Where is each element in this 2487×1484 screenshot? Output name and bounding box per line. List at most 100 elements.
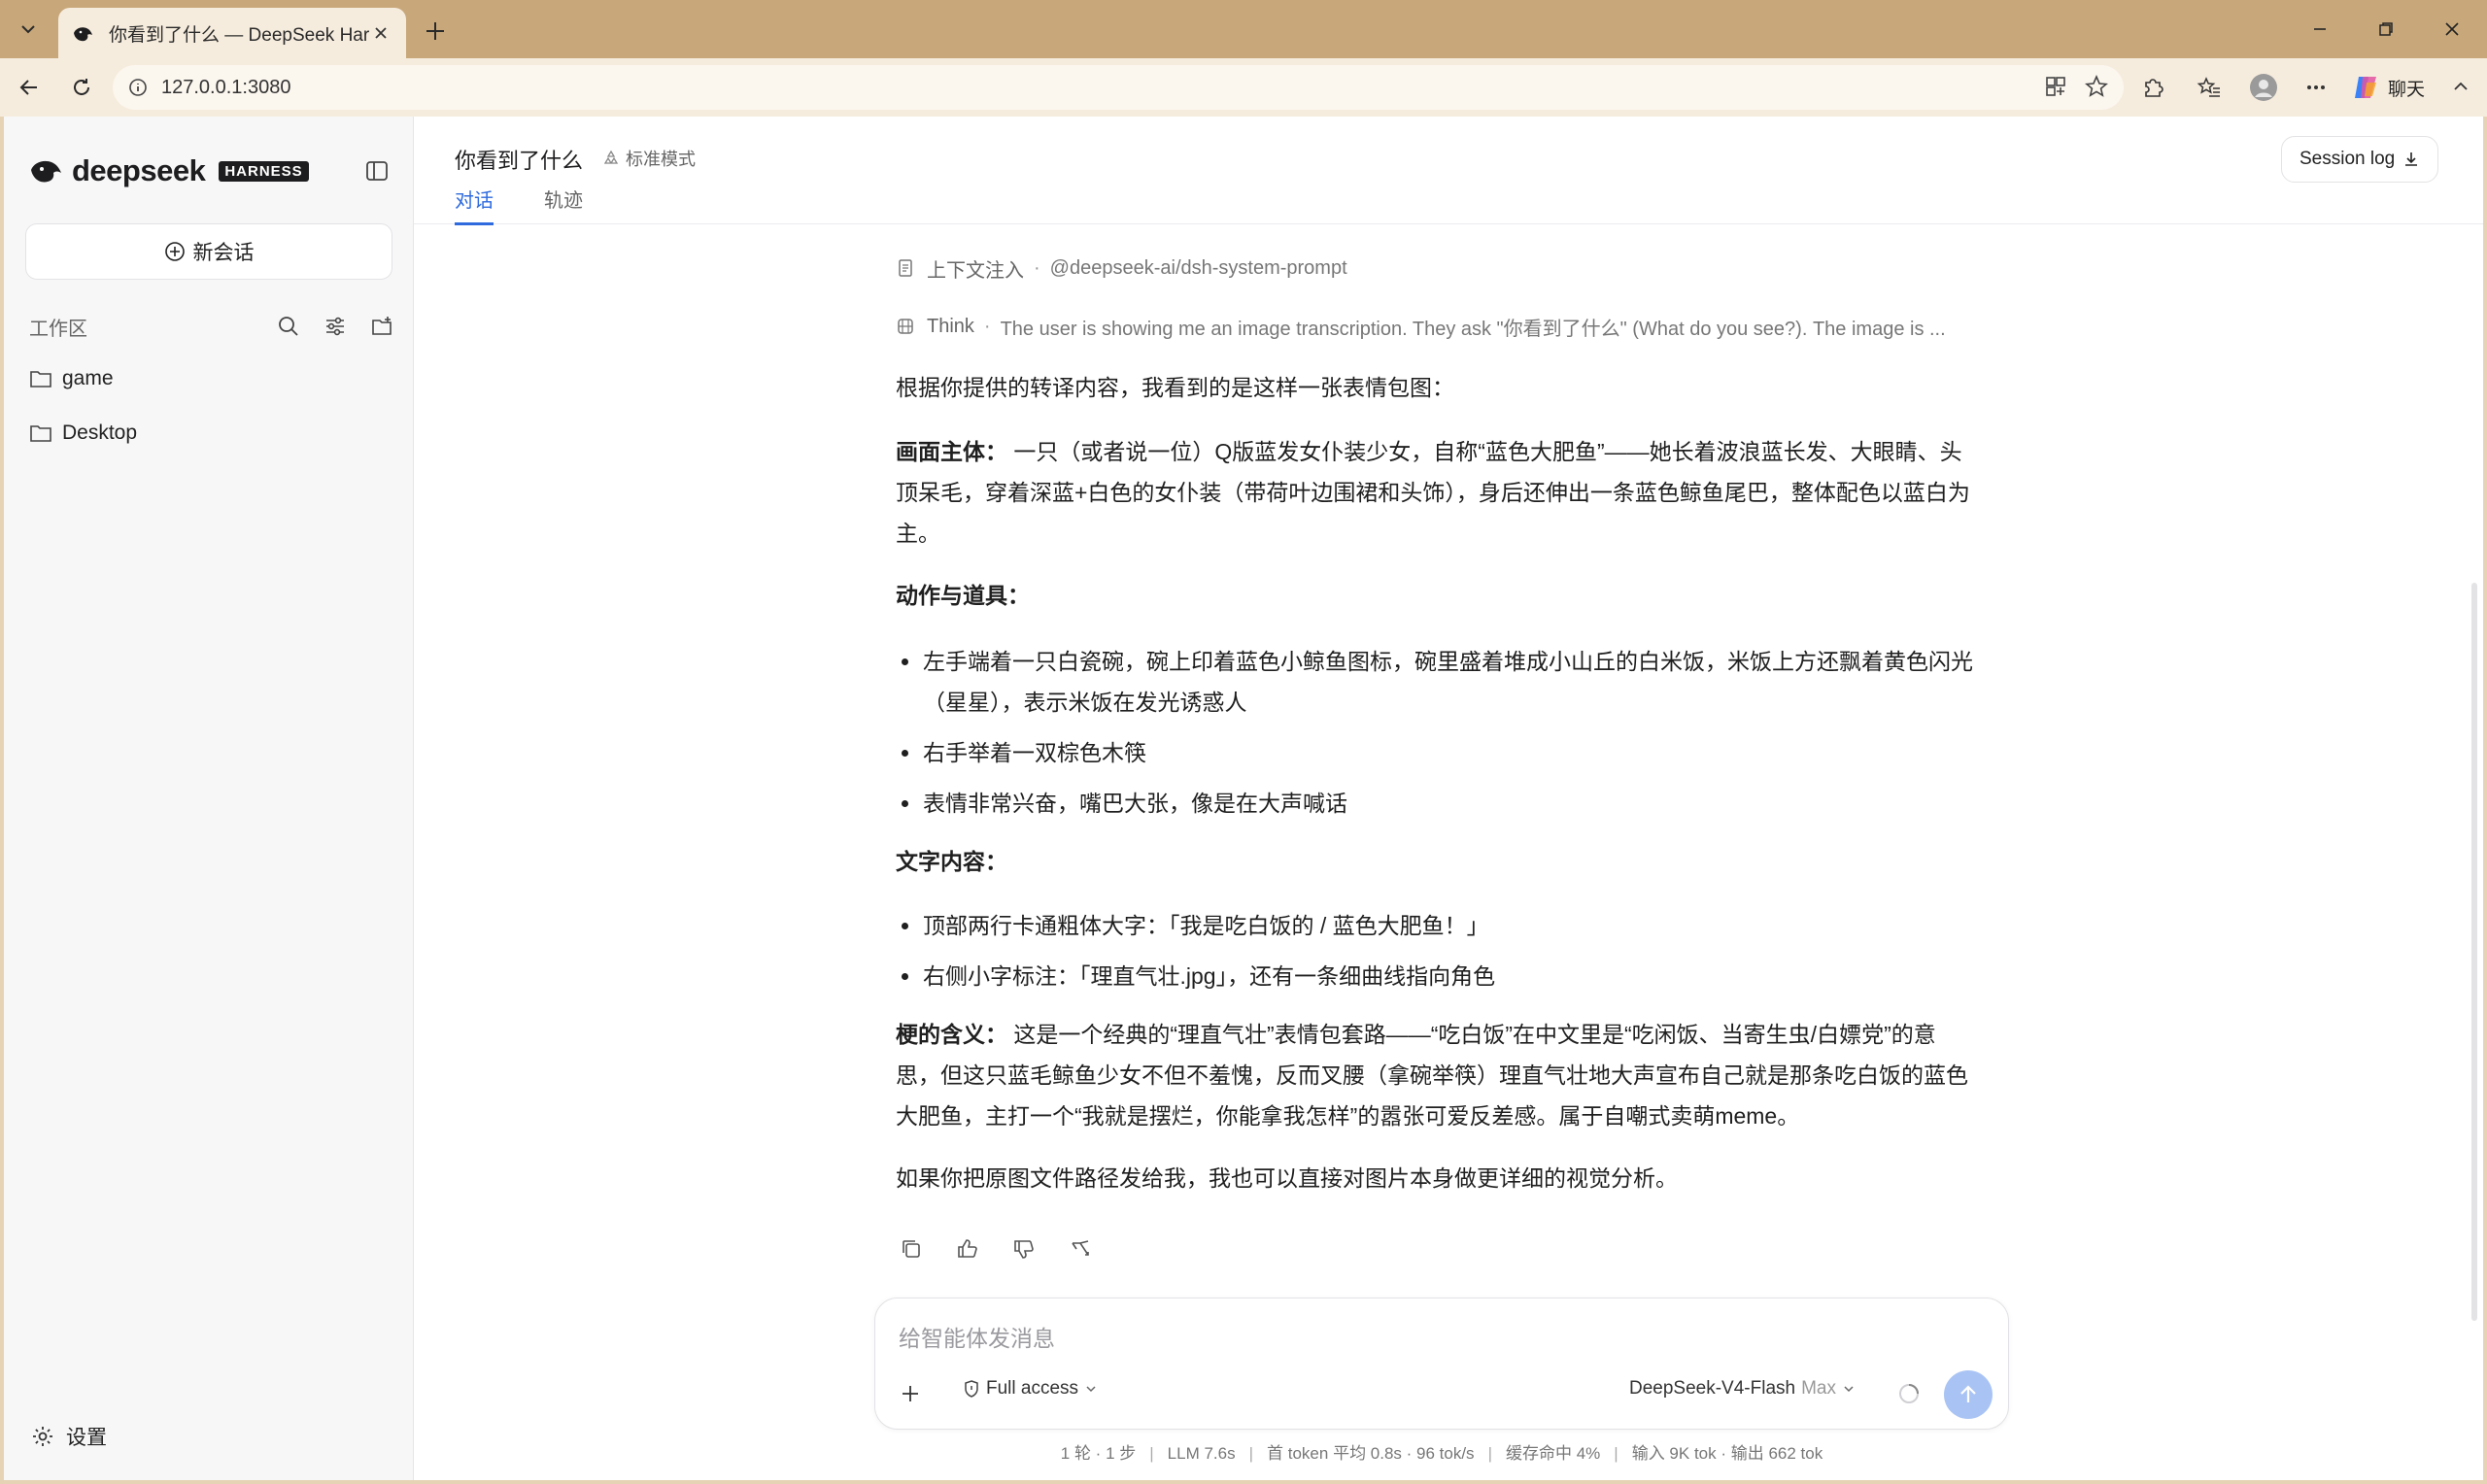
avatar-icon <box>2250 74 2277 101</box>
settings-label: 设置 <box>66 1427 107 1449</box>
settings-button[interactable]: 设置 <box>31 1422 107 1451</box>
plus-circle-icon <box>164 242 185 261</box>
model-name: DeepSeek-V4-Flash <box>1629 1378 1796 1399</box>
workspace-filter-button[interactable] <box>321 312 350 341</box>
view-tabs: 对话 轨迹 <box>455 185 583 225</box>
separator-dot: · <box>983 315 991 337</box>
workspace-search-button[interactable] <box>274 312 303 341</box>
profile-button[interactable] <box>2246 70 2281 105</box>
sidebar-collapse-button[interactable] <box>361 155 392 186</box>
folder-icon <box>30 425 51 442</box>
sidebar: deepseek HARNESS 新会话 工作区 game Desktop 设置 <box>4 117 414 1480</box>
reload-button[interactable] <box>64 70 99 105</box>
brain-icon <box>898 319 913 334</box>
access-selector[interactable]: Full access <box>963 1378 1098 1400</box>
copilot-icon <box>2355 77 2376 98</box>
mode-label: 标准模式 <box>626 150 696 169</box>
message-composer[interactable]: 给智能体发消息 Full access DeepSeek-V4-Flash Ma… <box>874 1298 2009 1430</box>
browser-toolbar: 127.0.0.1:3080 聊天 <box>0 58 2487 117</box>
browser-titlebar: 你看到了什么 — DeepSeek Harness <box>0 0 2487 58</box>
think-label: Think <box>927 315 974 337</box>
tab-close-button[interactable] <box>369 21 392 45</box>
extensions-button[interactable] <box>2135 70 2170 105</box>
think-preview: The user is showing me an image transcri… <box>1000 318 1946 340</box>
shield-icon <box>965 1380 978 1398</box>
thumbs-up-icon <box>958 1239 977 1258</box>
mode-indicator[interactable]: 标准模式 <box>602 146 696 171</box>
stat-llm: LLM 7.6s <box>1167 1444 1236 1463</box>
back-button[interactable] <box>12 70 47 105</box>
composer-input[interactable]: 给智能体发消息 <box>899 1320 1055 1353</box>
tab-conversation[interactable]: 对话 <box>455 185 494 225</box>
branch-button[interactable] <box>1065 1233 1096 1265</box>
restore-button[interactable] <box>2357 12 2415 47</box>
list-item: 表情非常兴奋，嘴巴大张，像是在大声喊话 <box>896 783 1974 824</box>
think-row[interactable]: Think · The user is showing me an image … <box>896 309 1974 344</box>
meaning-text: 这是一个经典的“理直气壮”表情包套路——“吃白饭”在中文里是“吃闲饭、当寄生虫/… <box>896 1022 1968 1129</box>
message-actions <box>896 1233 1096 1265</box>
branch-icon <box>1072 1240 1089 1256</box>
browser-tab[interactable]: 你看到了什么 — DeepSeek Harness <box>58 8 406 58</box>
arrow-up-icon <box>1960 1385 1976 1402</box>
address-bar[interactable]: 127.0.0.1:3080 <box>113 65 2124 110</box>
folder-icon <box>30 371 51 388</box>
more-horizontal-icon <box>2307 85 2325 89</box>
run-stats: 1 轮 · 1 步 | LLM 7.6s | 首 token 平均 0.8s · 96 … <box>1060 1444 1823 1463</box>
folder-plus-icon <box>372 317 392 335</box>
model-selector[interactable]: DeepSeek-V4-Flash Max <box>1629 1378 1856 1400</box>
more-menu-button[interactable] <box>2299 70 2334 105</box>
actions-heading: 动作与道具： <box>896 575 1974 616</box>
context-injection-row[interactable]: 上下文注入 · @deepseek-ai/dsh-system-prompt <box>896 251 1974 286</box>
attach-button[interactable] <box>893 1376 928 1411</box>
scrollbar-thumb[interactable] <box>2471 583 2477 1321</box>
meaning-paragraph: 梗的含义： 这是一个经典的“理直气壮”表情包套路——“吃白饭”在中文里是“吃闲饭… <box>896 1014 1974 1136</box>
workspace-item-game[interactable]: game <box>29 359 114 398</box>
thumbs-down-button[interactable] <box>1008 1233 1039 1265</box>
thumbs-up-button[interactable] <box>952 1233 983 1265</box>
session-log-button[interactable]: Session log <box>2281 136 2439 183</box>
actions-heading-text: 动作与道具： <box>896 583 1030 608</box>
restore-icon <box>2379 22 2393 36</box>
info-icon <box>129 79 147 96</box>
reload-icon <box>74 79 89 95</box>
subject-text: 一只（或者说一位）Q版蓝发女仆装少女，自称“蓝色大肥鱼”——她长着波浪蓝长发、大… <box>896 439 1970 546</box>
copilot-label: 聊天 <box>2388 79 2426 100</box>
list-item: 右手举着一双棕色木筷 <box>896 732 1974 773</box>
puzzle-icon <box>2145 79 2163 97</box>
favorite-star-icon[interactable] <box>2083 73 2110 100</box>
app-available-icon[interactable] <box>2042 73 2069 100</box>
chevron-down-icon <box>1844 1386 1854 1393</box>
send-button[interactable] <box>1944 1370 1993 1419</box>
download-icon <box>2405 152 2418 166</box>
intro-paragraph: 根据你提供的转译内容，我看到的是这样一张表情包图： <box>896 375 1454 400</box>
favorites-button[interactable] <box>2192 70 2227 105</box>
loading-spinner-icon <box>1899 1384 1919 1403</box>
sliders-icon <box>326 317 344 336</box>
tab-trace[interactable]: 轨迹 <box>544 185 583 225</box>
new-session-button[interactable]: 新会话 <box>25 223 392 280</box>
brand-name: deepseek <box>72 153 206 187</box>
access-label: Full access <box>986 1378 1079 1399</box>
workspace-item-desktop[interactable]: Desktop <box>29 414 137 453</box>
workspace-add-folder-button[interactable] <box>367 312 396 341</box>
new-tab-button[interactable] <box>418 14 453 49</box>
chevron-down-icon <box>1086 1386 1096 1393</box>
model-level: Max <box>1801 1378 1836 1399</box>
brand-logo[interactable]: deepseek HARNESS <box>29 153 309 188</box>
workspace-label: 工作区 <box>29 318 87 340</box>
tab-list-button[interactable] <box>8 12 49 47</box>
thumbs-down-icon <box>1014 1240 1034 1259</box>
copy-button[interactable] <box>896 1233 927 1265</box>
minimize-button[interactable] <box>2291 12 2349 47</box>
close-window-button[interactable] <box>2423 12 2481 47</box>
recycle-icon <box>603 150 619 164</box>
separator-dot: · <box>1034 256 1040 279</box>
workspace-item-label: game <box>62 367 114 389</box>
stat-turns: 1 轮 · 1 步 <box>1060 1444 1137 1463</box>
text-heading: 文字内容： <box>896 841 1974 882</box>
sidebar-expand-button[interactable] <box>2446 70 2475 105</box>
meaning-heading: 梗的含义： <box>896 1022 1007 1047</box>
new-session-label: 新会话 <box>192 242 255 264</box>
copilot-button[interactable]: 聊天 <box>2351 70 2425 105</box>
close-icon <box>375 27 387 39</box>
